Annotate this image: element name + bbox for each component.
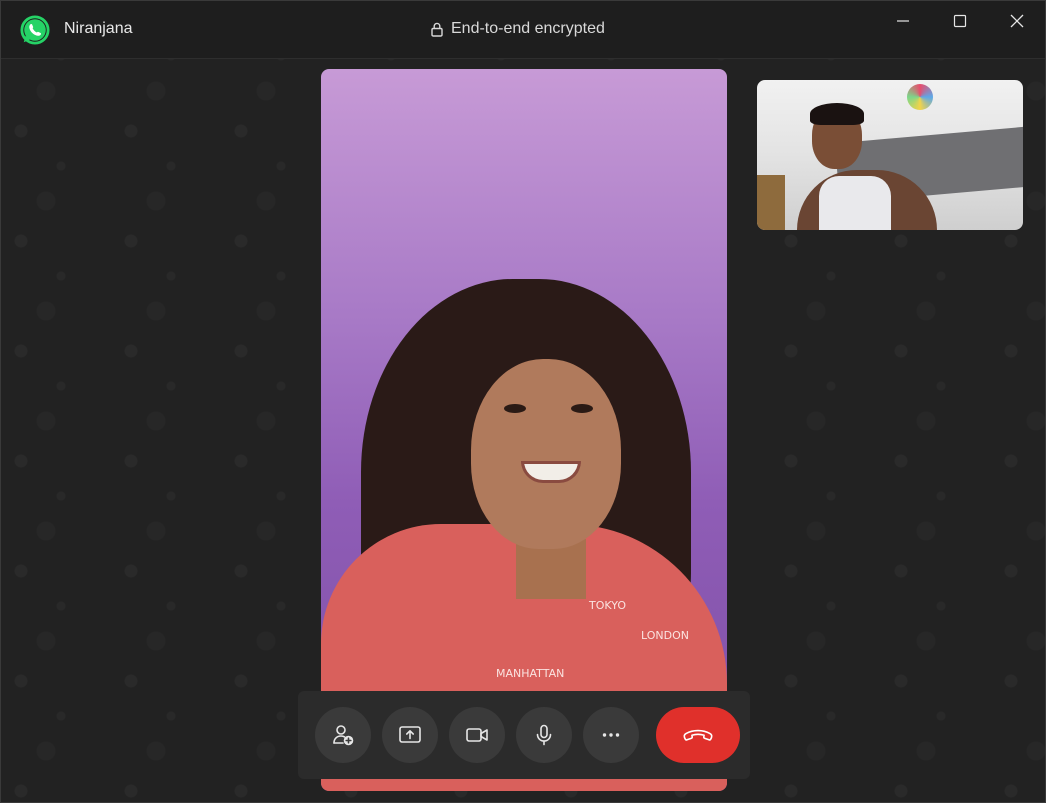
share-screen-icon (399, 726, 421, 743)
call-window: Niranjana End-to-end encrypted TOKYO LON… (0, 0, 1046, 803)
more-options-icon (602, 733, 620, 737)
add-participant-button[interactable] (315, 707, 371, 763)
window-controls (874, 1, 1045, 41)
self-participant-hair (810, 103, 864, 125)
background-shelf (757, 175, 785, 230)
maximize-button[interactable] (931, 1, 988, 41)
caller-name: Niranjana (64, 20, 133, 37)
end-call-icon (683, 729, 713, 741)
remote-participant-eye (571, 404, 593, 413)
close-icon (1010, 14, 1023, 28)
share-screen-button[interactable] (382, 707, 438, 763)
maximize-icon (953, 14, 966, 28)
shirt-print-text: TOKYO (589, 599, 626, 612)
toggle-microphone-button[interactable] (516, 707, 572, 763)
minimize-icon (896, 20, 909, 22)
remote-video-feed: TOKYO LONDON MANHATTAN (321, 69, 727, 791)
close-button[interactable] (988, 1, 1045, 41)
microphone-icon (536, 724, 552, 746)
self-preview-video[interactable] (757, 80, 1023, 230)
background-ball (907, 84, 933, 110)
video-camera-icon (466, 728, 488, 742)
title-bar: Niranjana End-to-end encrypted (1, 1, 1045, 59)
call-controls-bar (298, 691, 750, 779)
add-person-icon (333, 725, 354, 746)
encryption-label: End-to-end encrypted (451, 20, 605, 37)
self-participant-vest (819, 176, 891, 230)
encryption-status: End-to-end encrypted (431, 20, 605, 38)
end-call-button[interactable] (656, 707, 740, 763)
shirt-print-text: LONDON (641, 629, 689, 642)
minimize-button[interactable] (874, 1, 931, 41)
shirt-print-text: MANHATTAN (496, 667, 565, 680)
more-options-button[interactable] (583, 707, 639, 763)
toggle-camera-button[interactable] (449, 707, 505, 763)
lock-icon (431, 22, 443, 37)
remote-participant-face (471, 359, 621, 549)
remote-participant-eye (504, 404, 526, 413)
whatsapp-icon (20, 15, 50, 45)
